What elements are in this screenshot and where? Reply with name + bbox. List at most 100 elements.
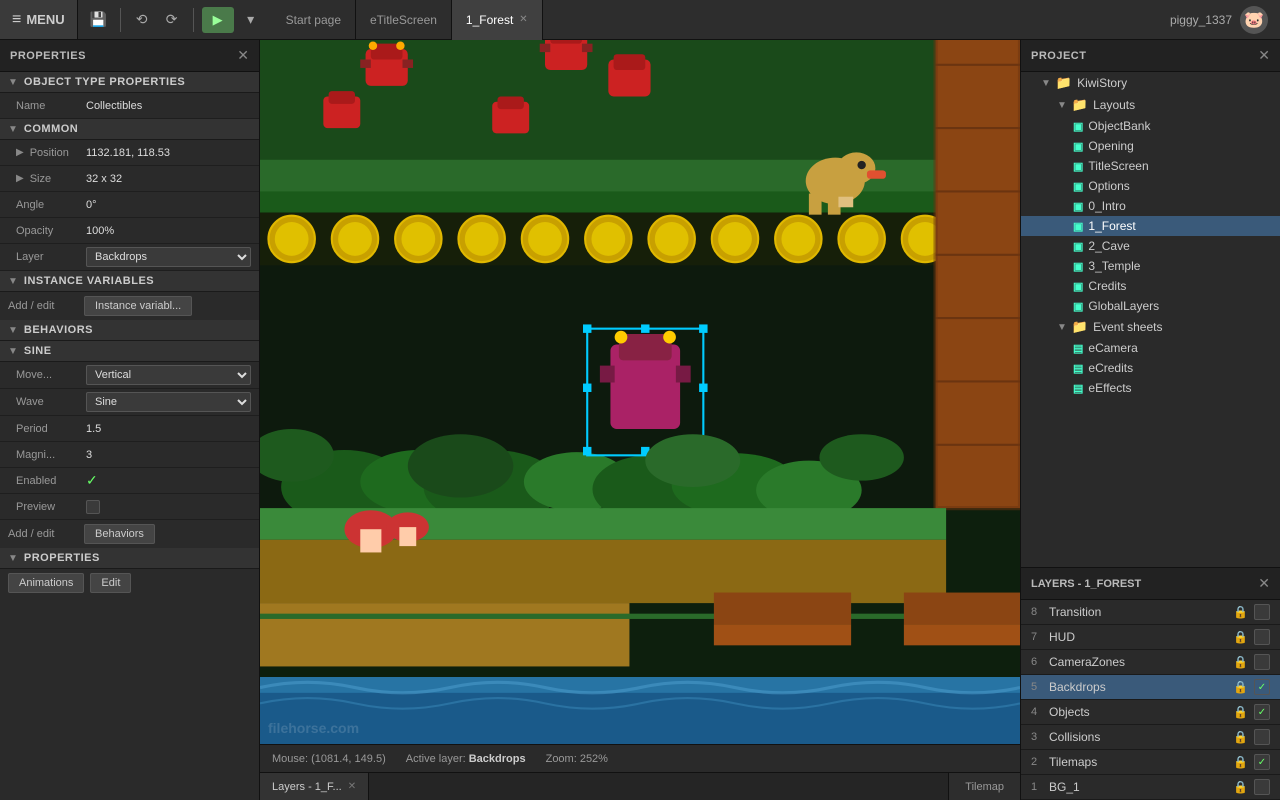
behaviors-btn[interactable]: Behaviors <box>84 524 155 544</box>
instance-vars-btn-row: Add / edit Instance variabl... <box>0 292 259 320</box>
tab-startpage[interactable]: Start page <box>272 0 356 40</box>
tree-item-opening[interactable]: ▣ Opening <box>1021 136 1280 156</box>
layer-4-check-icon: ✓ <box>1258 707 1266 718</box>
prop-enabled-check[interactable]: ✓ <box>86 472 98 489</box>
tree-item-3temple[interactable]: ▣ 3_Temple <box>1021 256 1280 276</box>
size-expand-icon[interactable]: ▶ <box>16 173 24 184</box>
layer-7-name: HUD <box>1049 630 1233 644</box>
tab-etitlescreen[interactable]: eTitleScreen <box>356 0 452 40</box>
section-common-arrow: ▼ <box>8 124 18 135</box>
properties-panel-close[interactable]: ✕ <box>237 47 249 64</box>
menu-label: MENU <box>26 12 64 27</box>
tree-item-objectbank[interactable]: ▣ ObjectBank <box>1021 116 1280 136</box>
layout-icon: ▣ <box>1073 260 1083 273</box>
active-layer-status: Active layer: Backdrops <box>406 753 526 765</box>
prop-wave-select[interactable]: Sine <box>86 392 251 412</box>
layer-5-lock-icon[interactable]: 🔒 <box>1233 680 1248 694</box>
layer-row-2[interactable]: 2 Tilemaps 🔒 ✓ <box>1021 750 1280 775</box>
animations-btn[interactable]: Animations <box>8 573 84 593</box>
layer-row-7[interactable]: 7 HUD 🔒 <box>1021 625 1280 650</box>
prop-opacity-row: Opacity 100% <box>0 218 259 244</box>
section-sine[interactable]: ▼ SINE <box>0 341 259 362</box>
layer-2-lock-icon[interactable]: 🔒 <box>1233 755 1248 769</box>
prop-period-row: Period 1.5 <box>0 416 259 442</box>
prop-name-label: Name <box>16 100 86 112</box>
layer-3-visible[interactable] <box>1254 729 1270 745</box>
tab-forest[interactable]: 1_Forest ✕ <box>452 0 543 40</box>
section-behaviors[interactable]: ▼ BEHAVIORS <box>0 320 259 341</box>
tilemap-button[interactable]: Tilemap <box>948 773 1020 800</box>
section-properties-sub[interactable]: ▼ PROPERTIES <box>0 548 259 569</box>
position-expand-icon[interactable]: ▶ <box>16 147 24 158</box>
layer-6-visible[interactable] <box>1254 654 1270 670</box>
layer-1-num: 1 <box>1031 781 1049 793</box>
redo-button[interactable]: ⟳ <box>159 7 185 33</box>
layer-7-visible[interactable] <box>1254 629 1270 645</box>
avatar[interactable]: 🐷 <box>1240 6 1268 34</box>
prop-preview-label: Preview <box>16 501 86 513</box>
event-icon: ▤ <box>1073 382 1083 395</box>
layer-6-name: CameraZones <box>1049 655 1233 669</box>
layer-5-visible[interactable]: ✓ <box>1254 679 1270 695</box>
layer-3-lock-icon[interactable]: 🔒 <box>1233 730 1248 744</box>
tab-forest-close[interactable]: ✕ <box>519 14 527 25</box>
tree-item-ecamera-label: eCamera <box>1088 341 1137 355</box>
tree-layouts-folder[interactable]: ▼ 📁 Layouts <box>1021 94 1280 116</box>
layer-6-lock-icon[interactable]: 🔒 <box>1233 655 1248 669</box>
menu-button[interactable]: ≡ MENU <box>0 0 78 39</box>
layer-row-4[interactable]: 4 Objects 🔒 ✓ <box>1021 700 1280 725</box>
prop-layer-select[interactable]: Backdrops <box>86 247 251 267</box>
play-button[interactable]: ▶ <box>202 7 234 33</box>
layer-row-3[interactable]: 3 Collisions 🔒 <box>1021 725 1280 750</box>
tree-item-eeffects[interactable]: ▤ eEffects <box>1021 378 1280 398</box>
tree-item-ecredits[interactable]: ▤ eCredits <box>1021 358 1280 378</box>
project-panel: PROJECT ✕ ▼ 📁 KiwiStory ▼ 📁 Layouts ▣ Ob… <box>1021 40 1280 568</box>
layer-2-visible[interactable]: ✓ <box>1254 754 1270 770</box>
prop-move-select[interactable]: Vertical <box>86 365 251 385</box>
prop-enabled-row: Enabled ✓ <box>0 468 259 494</box>
layer-row-1[interactable]: 1 BG_1 🔒 <box>1021 775 1280 800</box>
tree-item-ecamera[interactable]: ▤ eCamera <box>1021 338 1280 358</box>
toolbar-icons: 💾 ⟲ ⟳ ▶ ▾ <box>78 7 272 33</box>
layers-panel-close[interactable]: ✕ <box>1258 575 1270 592</box>
layout-icon: ▣ <box>1073 220 1083 233</box>
section-instance-vars[interactable]: ▼ INSTANCE VARIABLES <box>0 271 259 292</box>
tab-etitlescreen-label: eTitleScreen <box>370 13 437 27</box>
play-icon: ▶ <box>213 12 223 28</box>
layer-row-5[interactable]: 5 Backdrops 🔒 ✓ <box>1021 675 1280 700</box>
canvas-container[interactable]: filehorse.com <box>260 40 1020 744</box>
tree-item-2cave[interactable]: ▣ 2_Cave <box>1021 236 1280 256</box>
prop-preview-check[interactable] <box>86 500 100 514</box>
instance-vars-btn[interactable]: Instance variabl... <box>84 296 192 316</box>
tree-item-0intro[interactable]: ▣ 0_Intro <box>1021 196 1280 216</box>
play-dropdown[interactable]: ▾ <box>238 7 264 33</box>
section-object-type[interactable]: ▼ OBJECT TYPE PROPERTIES <box>0 72 259 93</box>
game-scene <box>260 40 1020 744</box>
section-common[interactable]: ▼ COMMON <box>0 119 259 140</box>
project-panel-close[interactable]: ✕ <box>1258 47 1270 64</box>
undo-button[interactable]: ⟲ <box>129 7 155 33</box>
layout-icon: ▣ <box>1073 300 1083 313</box>
layer-4-lock-icon[interactable]: 🔒 <box>1233 705 1248 719</box>
layer-1-visible[interactable] <box>1254 779 1270 795</box>
layer-row-6[interactable]: 6 CameraZones 🔒 <box>1021 650 1280 675</box>
prop-opacity-label: Opacity <box>16 225 86 237</box>
tree-item-globallayers[interactable]: ▣ GlobalLayers <box>1021 296 1280 316</box>
tree-item-titlescreen[interactable]: ▣ TitleScreen <box>1021 156 1280 176</box>
save-button[interactable]: 💾 <box>86 7 112 33</box>
layer-1-lock-icon[interactable]: 🔒 <box>1233 780 1248 794</box>
tree-item-credits[interactable]: ▣ Credits <box>1021 276 1280 296</box>
tree-item-options[interactable]: ▣ Options <box>1021 176 1280 196</box>
layer-8-lock-icon[interactable]: 🔒 <box>1233 605 1248 619</box>
layer-row-8[interactable]: 8 Transition 🔒 <box>1021 600 1280 625</box>
layer-4-visible[interactable]: ✓ <box>1254 704 1270 720</box>
main-layout: PROPERTIES ✕ ▼ OBJECT TYPE PROPERTIES Na… <box>0 40 1280 800</box>
tree-root[interactable]: ▼ 📁 KiwiStory <box>1021 72 1280 94</box>
tree-item-1forest[interactable]: ▣ 1_Forest <box>1021 216 1280 236</box>
layer-8-visible[interactable] <box>1254 604 1270 620</box>
layers-tab-close[interactable]: ✕ <box>348 781 356 792</box>
layers-tab[interactable]: Layers - 1_F... ✕ <box>260 773 369 800</box>
layer-7-lock-icon[interactable]: 🔒 <box>1233 630 1248 644</box>
edit-btn[interactable]: Edit <box>90 573 131 593</box>
tree-eventsheets-folder[interactable]: ▼ 📁 Event sheets <box>1021 316 1280 338</box>
